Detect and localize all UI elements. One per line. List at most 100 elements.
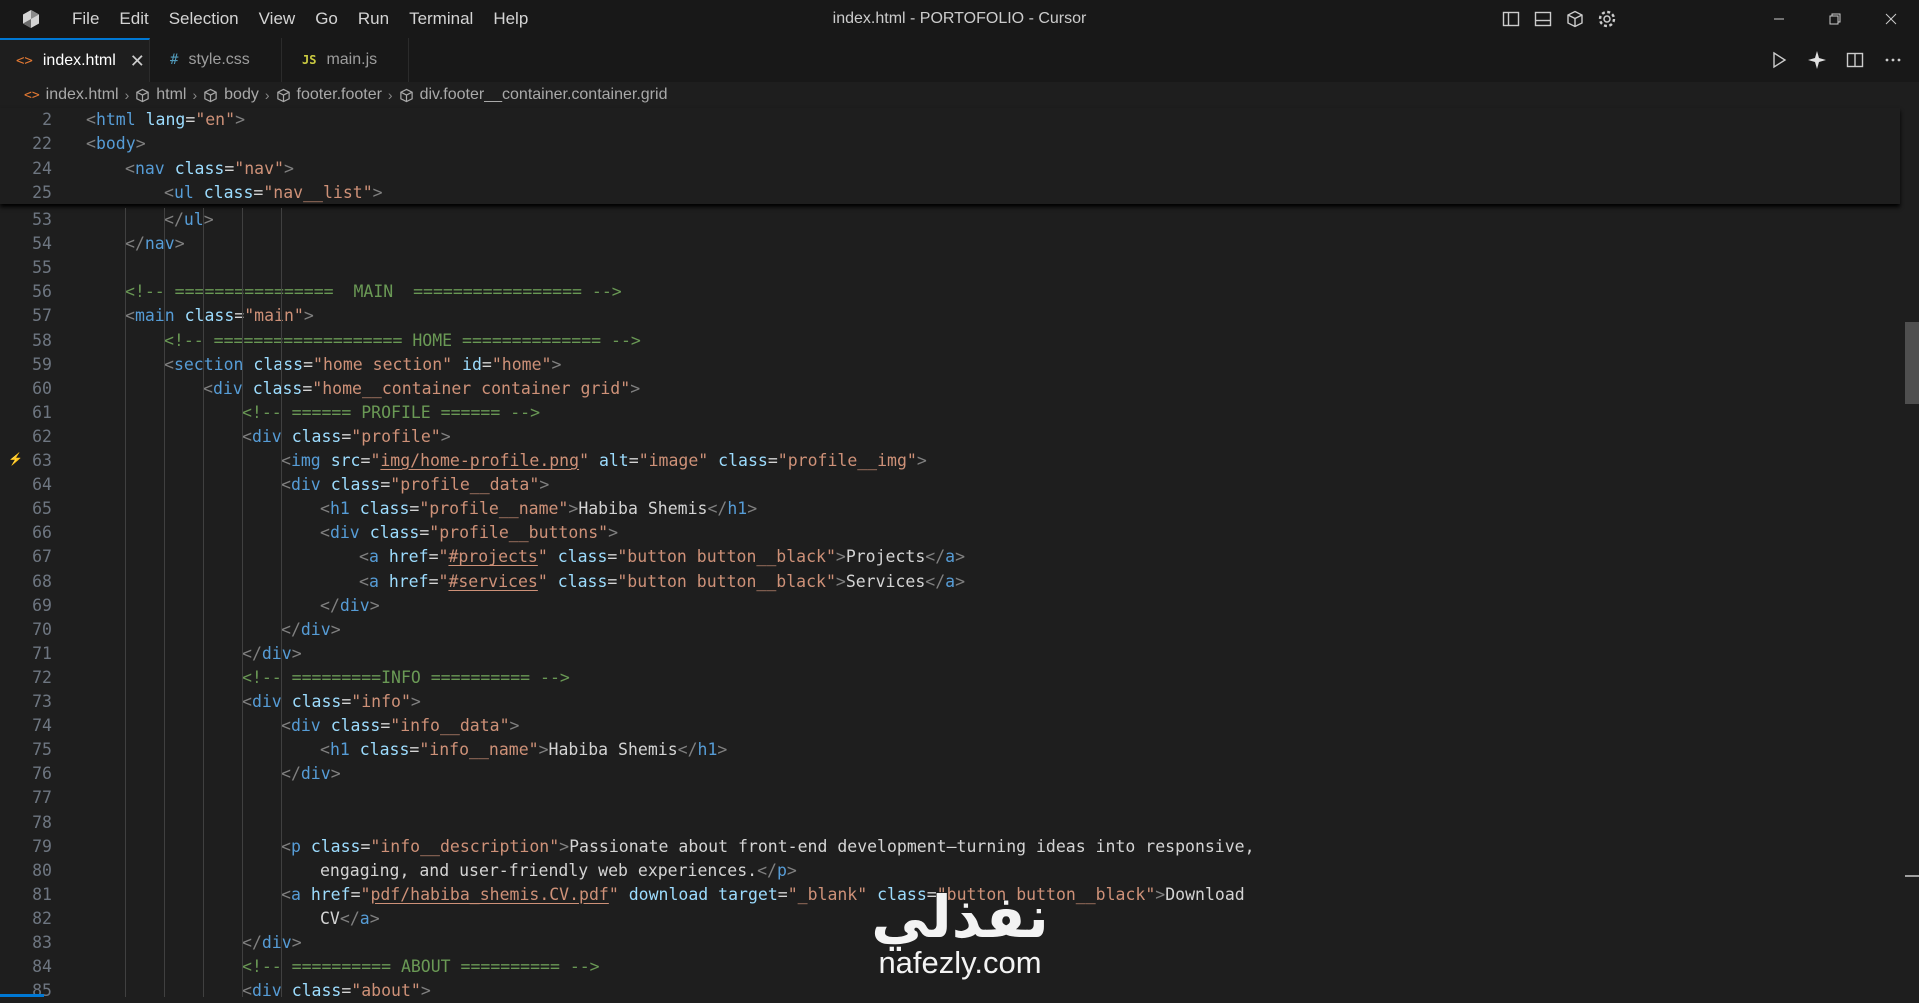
toggle-primary-sidebar-icon[interactable] [1499, 7, 1523, 31]
code-line[interactable]: 65 <h1 class="profile__name">Habiba Shemi… [0, 497, 1900, 521]
run-icon[interactable] [1767, 48, 1791, 72]
line-source: <a href="#services" class="button button… [359, 571, 966, 591]
tab-label: main.js [326, 51, 378, 68]
code-line[interactable]: 69 </div> [0, 594, 1900, 618]
breadcrumb-item[interactable]: body [203, 86, 259, 104]
vertical-scrollbar[interactable] [1905, 108, 1919, 997]
breadcrumb-item[interactable]: html [135, 86, 186, 104]
chevron-right-icon: › [192, 87, 198, 103]
sparkle-icon[interactable] [1805, 48, 1829, 72]
code-line[interactable]: 67 <a href="#projects" class="button butt… [0, 545, 1900, 569]
menu-selection[interactable]: Selection [159, 0, 249, 38]
breadcrumb-label: body [224, 86, 259, 103]
line-number: 64 [32, 475, 52, 495]
code-line[interactable]: 78 [0, 811, 1900, 835]
indent-guide [164, 208, 165, 997]
code-line[interactable]: 58 <!-- =================== HOME ========… [0, 329, 1900, 353]
close-tab-icon[interactable]: ✕ [130, 51, 145, 72]
line-number: 81 [32, 884, 52, 904]
code-line[interactable]: 74 <div class="info__data"> [0, 714, 1900, 738]
indent-guide [203, 208, 204, 997]
menu-view[interactable]: View [249, 0, 306, 38]
tab-style-css[interactable]: # style.css [150, 38, 282, 82]
code-line[interactable]: 66 <div class="profile__buttons"> [0, 521, 1900, 545]
code-line[interactable]: 25 <ul class="nav__list"> [0, 181, 1900, 205]
code-line[interactable]: 60 <div class="home__container container … [0, 377, 1900, 401]
code-line[interactable]: 71 </div> [0, 642, 1900, 666]
code-line[interactable]: 62 <div class="profile"> [0, 425, 1900, 449]
code-line[interactable]: 22 <body> [0, 132, 1900, 156]
line-number: 79 [32, 836, 52, 856]
menu-go[interactable]: Go [305, 0, 348, 38]
code-line[interactable]: 79 <p class="info__description">Passionat… [0, 835, 1900, 859]
cursor-logo-icon[interactable] [0, 0, 62, 38]
code-line[interactable]: 73 <div class="info"> [0, 690, 1900, 714]
code-editor[interactable]: 2 <html lang="en"> 22 <body> 24 <nav class="n… [0, 108, 1900, 1000]
minimize-icon[interactable] [1751, 0, 1807, 38]
menu-terminal[interactable]: Terminal [399, 0, 483, 38]
code-line[interactable]: 64 <div class="profile__data"> [0, 473, 1900, 497]
line-number: 75 [32, 740, 52, 760]
code-line[interactable]: 77 [0, 786, 1900, 810]
element-cube-icon [135, 88, 150, 103]
line-number: 74 [32, 716, 52, 736]
line-source: <div class="profile__buttons"> [320, 523, 619, 543]
code-line[interactable]: 61 <!-- ====== PROFILE ====== --> [0, 401, 1900, 425]
code-line[interactable]: 72 <!-- =========INFO ========== --> [0, 666, 1900, 690]
line-number: 85 [32, 981, 52, 1001]
code-line[interactable]: 56 <!-- ================ MAIN ===========… [0, 280, 1900, 304]
html-file-icon: <> [16, 53, 33, 69]
code-line[interactable]: 59 <section class="home section" id="home… [0, 353, 1900, 377]
line-source: <!-- ========== ABOUT ========== --> [242, 957, 600, 977]
code-line[interactable]: 54 </nav> [0, 232, 1900, 256]
restore-icon[interactable] [1807, 0, 1863, 38]
toggle-panel-icon[interactable] [1531, 7, 1555, 31]
code-line[interactable]: 85 <div class="about"> [0, 979, 1900, 1003]
code-line[interactable]: 70 </div> [0, 618, 1900, 642]
line-source: <html lang="en"> [86, 110, 245, 129]
code-line[interactable]: 76 </div> [0, 762, 1900, 786]
line-number: 72 [32, 667, 52, 687]
line-source: <!-- =================== HOME ==========… [164, 330, 641, 350]
menu-edit[interactable]: Edit [109, 0, 158, 38]
code-line[interactable]: 75 <h1 class="info__name">Habiba Shemis</… [0, 738, 1900, 762]
tab-label: index.html [42, 52, 116, 69]
menu-help[interactable]: Help [483, 0, 538, 38]
settings-gear-icon[interactable] [1595, 7, 1619, 31]
line-source: CV</a> [320, 908, 380, 928]
scrollbar-thumb[interactable] [1905, 322, 1919, 404]
tab-index-html[interactable]: <> index.html ✕ [0, 38, 150, 82]
line-number: 57 [32, 306, 52, 326]
code-line[interactable]: 53 </ul> [0, 208, 1900, 232]
chevron-right-icon: › [264, 87, 270, 103]
breadcrumb-label: html [156, 86, 187, 103]
watermark-logo: نفذلي nafezly.com [850, 888, 1070, 980]
code-line[interactable]: 2 <html lang="en"> [0, 108, 1900, 132]
split-editor-icon[interactable] [1843, 48, 1867, 72]
close-window-icon[interactable] [1863, 0, 1919, 38]
line-number: 82 [32, 908, 52, 928]
tab-main-js[interactable]: JS main.js [282, 38, 409, 82]
line-source: <!-- ================ MAIN =============… [125, 282, 622, 302]
breadcrumb-item[interactable]: footer.footer [276, 86, 382, 104]
code-line[interactable]: 63 <img src="img/home-profile.png" alt="i… [0, 449, 1900, 473]
tab-label: style.css [188, 51, 250, 68]
breadcrumb-item[interactable]: div.footer__container.container.grid [399, 86, 667, 104]
line-source: <div class="profile"> [242, 426, 451, 446]
menu-file[interactable]: File [62, 0, 109, 38]
line-source: <h1 class="info__name">Habiba Shemis</h1… [320, 740, 728, 760]
menu-run[interactable]: Run [348, 0, 399, 38]
line-number: 61 [32, 402, 52, 422]
line-source: <div class="home__container container gr… [203, 378, 641, 398]
more-actions-icon[interactable] [1881, 48, 1905, 72]
code-line[interactable]: 24 <nav class="nav"> [0, 157, 1900, 181]
toggle-secondary-sidebar-icon[interactable] [1563, 7, 1587, 31]
code-line[interactable]: 68 <a href="#services" class="button butt… [0, 570, 1900, 594]
line-source: </div> [242, 643, 302, 663]
code-line[interactable]: 80 engaging, and user-friendly web experi… [0, 859, 1900, 883]
breadcrumb-item[interactable]: <> index.html [24, 86, 119, 104]
chevron-right-icon: › [124, 87, 130, 103]
lightbulb-icon[interactable]: ⚡ [8, 452, 23, 466]
code-line[interactable]: 57 <main class="main"> [0, 304, 1900, 328]
code-line[interactable]: 55 [0, 256, 1900, 280]
